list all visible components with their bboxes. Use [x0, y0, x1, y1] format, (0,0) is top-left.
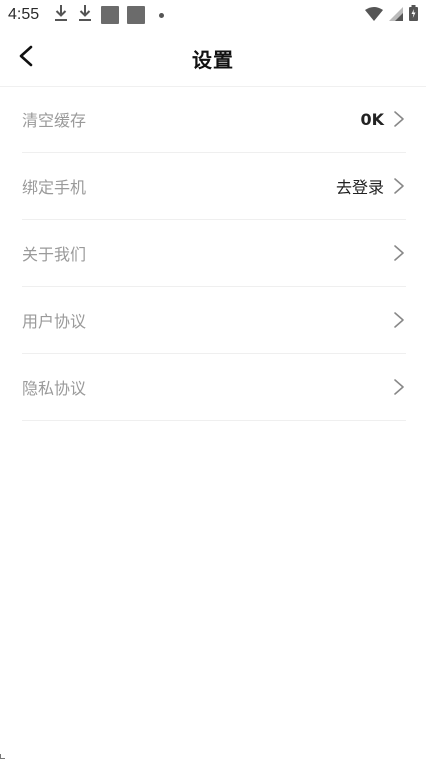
- chevron-right-icon: [392, 110, 406, 128]
- settings-item-label: 隐私协议: [22, 379, 87, 398]
- settings-item-right: 去登录: [336, 174, 406, 198]
- settings-item-bind-phone[interactable]: 绑定手机 去登录: [22, 153, 406, 220]
- login-link[interactable]: 去登录: [336, 174, 384, 198]
- status-time: 4:55: [8, 6, 40, 23]
- settings-item-about-us[interactable]: 关于我们: [22, 220, 406, 287]
- download-icon: [53, 4, 69, 26]
- settings-item-right: 0K: [360, 110, 406, 129]
- chevron-right-icon: [392, 311, 406, 329]
- cache-size-value: 0K: [360, 109, 384, 129]
- settings-list: 清空缓存 0K 绑定手机 去登录 关于我们 用户协议 隐私协议: [22, 86, 406, 421]
- chevron-right-icon: [392, 244, 406, 262]
- status-left-icons: [53, 4, 165, 26]
- chevron-right-icon: [392, 177, 406, 195]
- signal-icon: [389, 6, 403, 25]
- settings-item-right: [392, 311, 406, 329]
- settings-item-privacy-agreement[interactable]: 隐私协议: [22, 354, 406, 421]
- header: 设置: [0, 30, 426, 87]
- settings-item-clear-cache[interactable]: 清空缓存 0K: [22, 86, 406, 153]
- settings-item-label: 用户协议: [22, 312, 87, 331]
- back-button[interactable]: [12, 42, 40, 74]
- dot-icon: [159, 12, 165, 18]
- chevron-right-icon: [392, 378, 406, 396]
- settings-item-label: 清空缓存: [22, 111, 87, 130]
- settings-item-label: 绑定手机: [22, 178, 87, 197]
- page-title: 设置: [192, 47, 234, 72]
- battery-icon: [409, 5, 418, 25]
- settings-item-right: [392, 378, 406, 396]
- wifi-icon: [365, 6, 383, 25]
- download-icon: [77, 4, 93, 26]
- settings-item-right: [392, 244, 406, 262]
- settings-item-user-agreement[interactable]: 用户协议: [22, 287, 406, 354]
- settings-item-label: 关于我们: [22, 245, 87, 264]
- corner-mark: [0, 754, 5, 759]
- app-notification-icon: [101, 6, 120, 24]
- status-right-icons: [365, 5, 418, 25]
- status-bar: 4:55: [0, 0, 426, 30]
- app-notification-icon: [127, 6, 146, 24]
- chevron-left-icon: [18, 45, 34, 71]
